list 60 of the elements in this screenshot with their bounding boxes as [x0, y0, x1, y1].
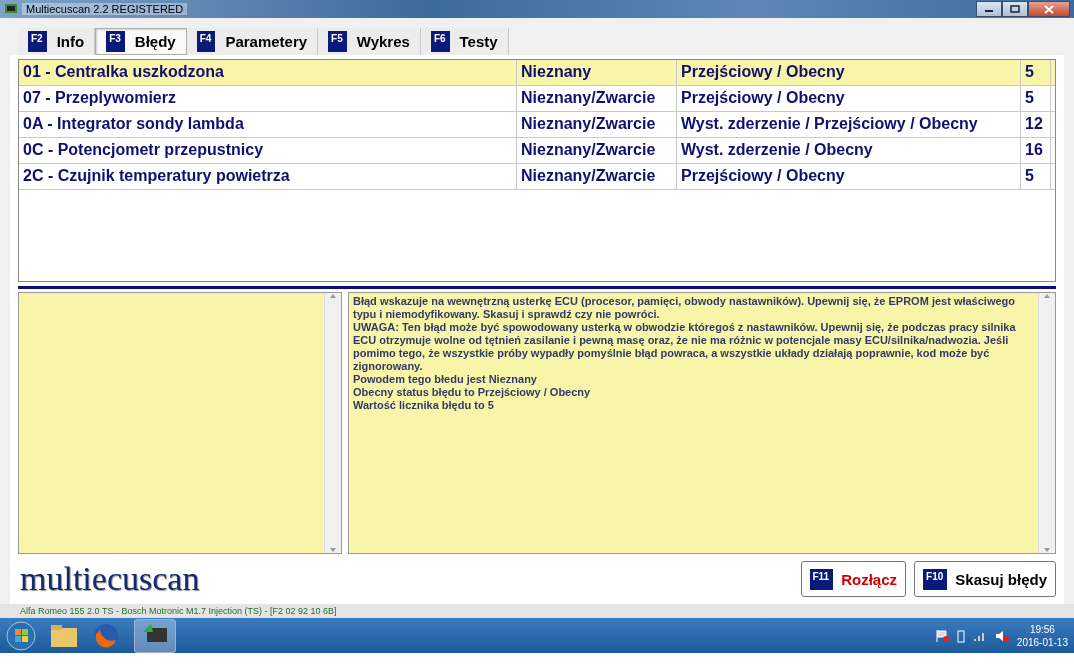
scrollbar[interactable]	[1038, 293, 1055, 553]
fault-row[interactable]: 2C - Czujnik temperatury powietrza Nieznany/Zwarcie Przejściowy / Obecny 5	[19, 164, 1055, 190]
table-cell: Nieznany	[517, 60, 677, 85]
table-cell: 2C - Czujnik temperatury powietrza	[19, 164, 517, 189]
close-button[interactable]	[1028, 1, 1070, 17]
folder-icon[interactable]	[50, 623, 78, 648]
browser-icon[interactable]	[92, 621, 120, 650]
status-bar: Alfa Romeo 155 2.0 TS - Bosch Motronic M1.7 Injection (TS) - [F2 02 92 10 6B]	[0, 604, 1074, 618]
taskbar-app-button[interactable]	[134, 618, 176, 653]
table-cell: Nieznany/Zwarcie	[517, 112, 677, 137]
scroll-down-icon[interactable]	[329, 547, 337, 553]
description-text: Powodem tego błedu jest Nieznany	[353, 373, 538, 386]
battery-icon[interactable]	[956, 628, 965, 643]
window-title: Multiecuscan 2.2 REGISTERED	[22, 3, 188, 15]
tab[interactable]: F2 Info	[18, 28, 96, 55]
table-cell: 07 - Przeplywomierz	[19, 86, 517, 111]
fault-row[interactable]: 01 - Centralka uszkodzona Nieznany Przejściowy / Obecny 5	[19, 60, 1055, 86]
tab[interactable]: F6 Testy	[420, 28, 509, 55]
table-cell: Nieznany/Zwarcie	[517, 164, 677, 189]
scroll-up-icon[interactable]	[329, 293, 337, 299]
table-cell: Wyst. zderzenie / Obecny	[677, 138, 1021, 163]
table-cell: Nieznany/Zwarcie	[517, 86, 677, 111]
clock[interactable]: 19:56 2016-01-13	[1016, 622, 1068, 649]
fault-row[interactable]: 07 - Przeplywomierz Nieznany/Zwarcie Przejściowy / Obecny 5	[19, 86, 1055, 112]
table-cell: 5	[1021, 60, 1051, 85]
tab[interactable]: F3 Błędy	[95, 28, 187, 55]
table-cell: 0C - Potencjometr przepustnicy	[19, 138, 517, 163]
description-text: Wartość licznika błędu to 5	[353, 399, 495, 412]
fault-row[interactable]: 0A - Integrator sondy lambda Nieznany/Zwarcie Wyst. zderzenie / Przejściowy / Obecny 12	[19, 112, 1055, 138]
scrollbar[interactable]	[324, 293, 341, 553]
table-cell: 16	[1021, 138, 1051, 163]
scroll-up-icon[interactable]	[1043, 293, 1051, 299]
minimize-button[interactable]	[976, 1, 1002, 17]
tab[interactable]: F5 Wykres	[318, 28, 421, 55]
table-cell: Przejściowy / Obecny	[677, 164, 1021, 189]
tab[interactable]: F4 Parametery	[186, 28, 319, 55]
table-cell: 12	[1021, 112, 1051, 137]
table-cell: Przejściowy / Obecny	[677, 60, 1021, 85]
app-icon	[4, 3, 18, 15]
table-cell: 5	[1021, 86, 1051, 111]
description-text: Błąd wskazuje na wewnętrzną usterkę ECU (procesor, pamięci, obwody nastawników). Upewnij się, że EPROM jest właściwego typu i niemodyfikowany. Skasuj i sprawdź czy nie powróci.	[353, 295, 1017, 321]
table-cell: Przejściowy / Obecny	[677, 86, 1021, 111]
action-button[interactable]: F10 Skasuj błędy	[914, 561, 1056, 597]
maximize-button[interactable]	[1002, 1, 1028, 17]
start-button[interactable]	[6, 620, 36, 651]
table-cell: Wyst. zderzenie / Przejściowy / Obecny	[677, 112, 1021, 137]
close-icon	[1044, 4, 1054, 14]
table-cell: Nieznany/Zwarcie	[517, 138, 677, 163]
fault-row[interactable]: 0C - Potencjometr przepustnicy Nieznany/Zwarcie Wyst. zderzenie / Obecny 16	[19, 138, 1055, 164]
description-text: Obecny status błędu to Przejściowy / Obecny	[353, 386, 592, 399]
table-cell: 0A - Integrator sondy lambda	[19, 112, 517, 137]
table-cell: 5	[1021, 164, 1051, 189]
description-text: UWAGA: Ten błąd może być spowodowany usterką w obwodzie któregoś z nastawników. Upewnij się, że podczas pracy silnika ECU otrzymuje wolne od tętnień zasilanie i pewną masę oraz, że nie ma różnic w potencjale masy ECU/silnika/nadwozia. Jeśli pomimo tego, że wszystkie próby wypadły pomyślnie błąd powraca, a wszystkie układy działają poprawnie, kod może być zignorowany.	[353, 321, 1017, 373]
maximize-icon	[1010, 5, 1020, 13]
scroll-down-icon[interactable]	[1043, 547, 1051, 553]
speaker-icon[interactable]	[994, 628, 1009, 643]
table-cell: 01 - Centralka uszkodzona	[19, 60, 517, 85]
action-button[interactable]: F11 Rozłącz	[800, 561, 907, 597]
flag-icon[interactable]	[934, 628, 949, 643]
logo: multiecuscan	[20, 560, 200, 598]
